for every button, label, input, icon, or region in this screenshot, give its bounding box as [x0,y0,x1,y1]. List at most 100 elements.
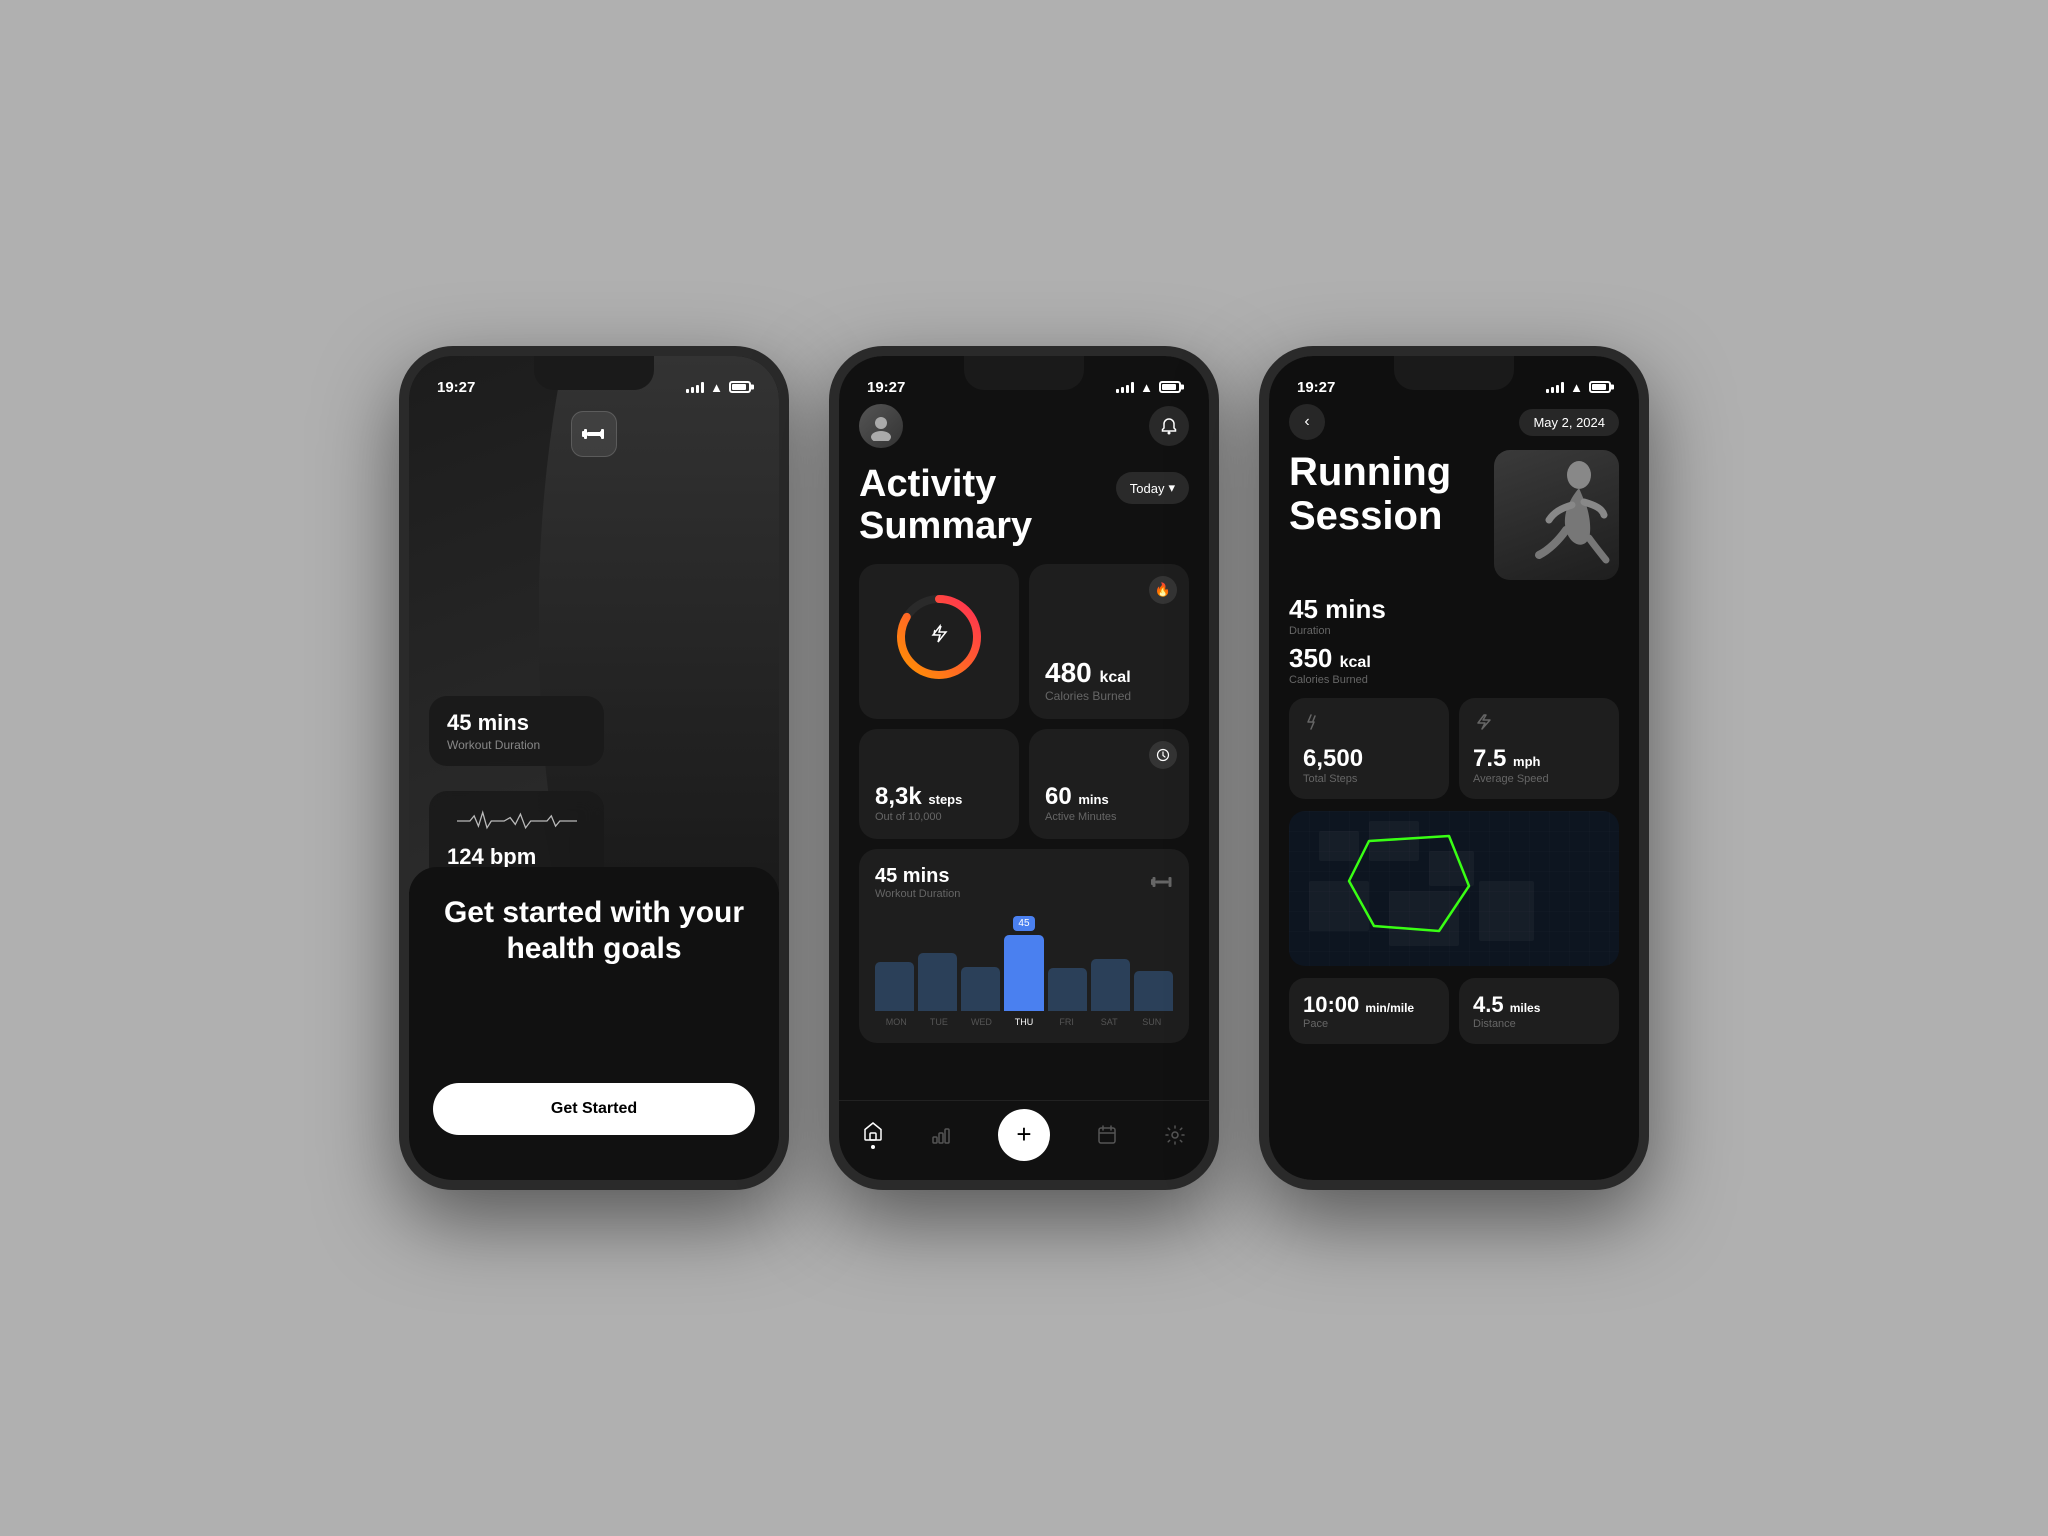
bars-container: 45 [875,916,1173,1011]
lightning-icon [1473,712,1605,737]
day-label-thu: THU [1003,1017,1046,1027]
status-time-1: 19:27 [437,379,475,396]
day-label-wed: WED [960,1017,1003,1027]
wifi-icon: ▲ [710,380,723,395]
distance-label: Distance [1473,1018,1605,1030]
barbell-icon [1151,872,1173,893]
nav-home[interactable] [862,1120,884,1149]
phone-2: 19:27 ▲ [829,346,1219,1190]
secondary-stats: 6,500 Total Steps 7.5 mph Average Speed [1269,698,1639,799]
status-icons-2: ▲ [1116,380,1181,395]
ring-widget [859,564,1019,719]
steps-value: 8,3k steps [875,783,1003,811]
top-bar-2 [839,404,1209,448]
ring-center-icon [927,622,951,652]
date-badge: May 2, 2024 [1519,409,1619,436]
workout-label: Workout Duration [447,738,586,752]
nav-add-button[interactable]: + [998,1109,1050,1161]
stats-grid-top: 🔥 480 kcal Calories Burned [839,564,1209,719]
duration-value: 45 mins [1289,594,1386,624]
avatar[interactable] [859,404,903,448]
title-row: ActivitySummary Today ▾ [839,464,1209,548]
chart-header: 45 mins Workout Duration [875,865,1173,900]
page-title: ActivitySummary [859,464,1032,548]
battery-icon-2 [1159,381,1181,393]
stats-grid-bottom: 8,3k steps Out of 10,000 60 mins [839,729,1209,839]
status-time-2: 19:27 [867,379,905,396]
phone-1: 19:27 ▲ [399,346,789,1190]
speed-label: Average Speed [1473,773,1605,785]
bar-col-wed [961,916,1000,1011]
flame-icon: 🔥 [1149,576,1177,604]
back-button[interactable]: ‹ [1289,404,1325,440]
dumbbell-icon [571,411,617,457]
heart-wave-svg [447,809,587,833]
bar-col-mon [875,916,914,1011]
phone-3: 19:27 ▲ ‹ May 2, 2024 Running Session [1259,346,1649,1190]
battery-icon-3 [1589,381,1611,393]
map-section [1289,811,1619,966]
duration-stat: 45 mins Duration [1289,594,1619,637]
bar-col-sun [1134,916,1173,1011]
day-label-sun: SUN [1130,1017,1173,1027]
calories-stat: 350 kcal Calories Burned [1289,643,1619,686]
signal-icon [686,381,704,393]
duration-label: Duration [1289,625,1619,637]
steps-icon [1303,712,1435,737]
get-started-button[interactable]: Get Started [433,1083,755,1135]
distance-value: 4.5 miles [1473,992,1605,1018]
clock-icon [1149,741,1177,769]
top-bar-3: ‹ May 2, 2024 [1269,404,1639,440]
nav-stats[interactable] [930,1124,952,1146]
chart-workout-value: 45 mins [875,865,960,888]
hero-section: Running Session [1269,450,1639,580]
workout-value: 45 mins [447,710,586,736]
map-grid [1289,811,1619,966]
nav-settings[interactable] [1164,1124,1186,1146]
active-label: Active Minutes [1045,811,1173,823]
distance-card: 4.5 miles Distance [1459,978,1619,1044]
speed-card: 7.5 mph Average Speed [1459,698,1619,799]
steps-label-3: Total Steps [1303,773,1435,785]
runner-figure [1494,450,1619,580]
signal-icon-3 [1546,381,1564,393]
bar-col-thu: 45 [1004,916,1043,1011]
bar-col-tue [918,916,957,1011]
period-selector[interactable]: Today ▾ [1116,472,1189,504]
steps-value-3: 6,500 [1303,745,1435,773]
day-label-fri: FRI [1045,1017,1088,1027]
tagline: Get started with your health goals [433,895,755,967]
calories-value-3: 350 kcal [1289,643,1371,673]
steps-widget: 8,3k steps Out of 10,000 [859,729,1019,839]
status-time-3: 19:27 [1297,379,1335,396]
day-labels: MONTUEWEDTHUFRISATSUN [875,1017,1173,1027]
workout-duration-card: 45 mins Workout Duration [429,696,604,766]
day-label-tue: TUE [918,1017,961,1027]
steps-label: Out of 10,000 [875,811,1003,823]
notifications-button[interactable] [1149,406,1189,446]
activity-ring [894,592,984,682]
bar-col-fri [1048,916,1087,1011]
calories-value: 480 kcal [1045,657,1173,689]
pace-value: 10:00 min/mile [1303,992,1435,1018]
bottom-section: Get started with your health goals Get S… [409,867,779,1180]
battery-icon [729,381,751,393]
bar-col-sat [1091,916,1130,1011]
active-value: 60 mins [1045,783,1173,811]
status-icons-3: ▲ [1546,380,1611,395]
day-label-mon: MON [875,1017,918,1027]
bar-chart-section: 45 mins Workout Duration [859,849,1189,1043]
day-label-sat: SAT [1088,1017,1131,1027]
primary-stats: 45 mins Duration 350 kcal Calories Burne… [1269,594,1639,686]
status-icons-1: ▲ [686,380,751,395]
nav-calendar[interactable] [1096,1124,1118,1146]
active-minutes-widget: 60 mins Active Minutes [1029,729,1189,839]
calories-label-3: Calories Burned [1289,674,1619,686]
speed-value: 7.5 mph [1473,745,1605,773]
calories-widget: 🔥 480 kcal Calories Burned [1029,564,1189,719]
chart-workout-label: Workout Duration [875,888,960,900]
wifi-icon-3: ▲ [1570,380,1583,395]
session-title: Running Session [1289,450,1471,538]
pace-distance: 10:00 min/mile Pace 4.5 miles Distance [1269,978,1639,1044]
bottom-nav: + [839,1100,1209,1180]
